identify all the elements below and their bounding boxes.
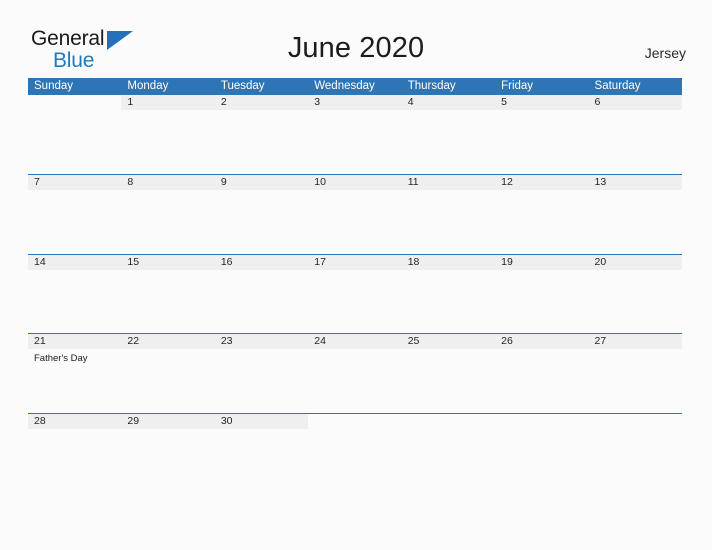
day-number: 17 <box>314 255 326 268</box>
weekday-header-wednesday: Wednesday <box>314 80 375 92</box>
day-cell[interactable]: 23 <box>214 334 309 413</box>
day-events: Father's Day <box>34 349 121 365</box>
day-number: 18 <box>407 255 420 268</box>
day-cell[interactable]: 21 Father's Day <box>28 334 122 413</box>
page-title: June 2020 <box>287 32 425 64</box>
calendar-grid: Sunday Monday Tuesday Wednesday Thursday… <box>28 78 682 473</box>
day-cell-empty <box>495 414 588 473</box>
day-cell[interactable]: 11 <box>401 175 496 254</box>
day-cell[interactable]: 15 <box>121 254 215 334</box>
day-cell[interactable]: 22 <box>121 334 215 413</box>
day-cell[interactable]: 10 <box>308 175 402 254</box>
day-cell[interactable]: 24 <box>308 334 402 413</box>
day-cell[interactable]: 13 <box>588 175 682 254</box>
day-cell[interactable]: 30 <box>214 413 309 473</box>
day-number <box>28 95 121 110</box>
day-number <box>589 414 682 429</box>
day-number: 21 <box>34 335 46 347</box>
day-number: 25 <box>407 335 420 347</box>
day-number: 11 <box>407 176 419 188</box>
day-cell[interactable]: 16 <box>214 254 309 334</box>
day-cell[interactable]: 17 <box>308 254 402 334</box>
page-header: General Blue June 2020 Jersey <box>0 0 712 71</box>
day-number: 22 <box>127 335 140 347</box>
week-row: 21 Father's Day 22 23 24 25 26 27 <box>28 333 682 413</box>
day-number: 23 <box>220 335 233 347</box>
day-cell[interactable]: 2 <box>214 95 309 174</box>
region-label: Jersey <box>644 45 686 61</box>
day-number: 10 <box>314 176 326 188</box>
day-number: 2 <box>220 96 227 108</box>
day-number: 5 <box>501 96 507 108</box>
day-number: 19 <box>501 255 513 268</box>
day-cell[interactable]: 9 <box>214 175 309 254</box>
day-number: 14 <box>34 255 46 268</box>
week-row: 7 8 9 10 11 12 13 <box>28 174 682 254</box>
day-event-label: Father's Day <box>34 353 88 364</box>
day-cell[interactable]: 28 <box>28 413 122 473</box>
day-cell[interactable]: 19 <box>495 254 589 334</box>
weekday-header-monday: Monday <box>127 80 169 92</box>
day-cell[interactable]: 5 <box>495 95 589 174</box>
calendar-page: General Blue June 2020 Jersey Sunday Mon… <box>0 0 712 550</box>
day-cell[interactable]: 26 <box>495 334 589 413</box>
day-cell-empty <box>28 95 121 174</box>
day-cell[interactable]: 6 <box>588 95 682 174</box>
day-number: 4 <box>407 96 414 108</box>
weekday-header-row: Sunday Monday Tuesday Wednesday Thursday… <box>28 78 682 95</box>
weekday-header-tuesday: Tuesday <box>220 80 265 92</box>
day-cell[interactable]: 4 <box>401 95 496 174</box>
day-number: 20 <box>594 255 607 268</box>
day-cell[interactable]: 29 <box>121 413 215 473</box>
week-row: 1 2 3 4 5 6 <box>28 95 682 174</box>
day-cell[interactable]: 1 <box>121 95 215 174</box>
day-cell[interactable]: 8 <box>121 175 215 254</box>
weekday-header-thursday: Thursday <box>407 80 456 92</box>
day-cell[interactable]: 20 <box>588 254 682 334</box>
week-row: 28 29 30 <box>28 412 682 473</box>
day-number: 28 <box>34 414 46 427</box>
day-number: 15 <box>127 255 140 268</box>
day-number: 30 <box>220 414 233 427</box>
day-number: 24 <box>314 335 326 347</box>
weekday-header-sunday: Sunday <box>34 80 74 92</box>
day-number <box>495 414 588 429</box>
day-number <box>402 414 495 429</box>
day-cell-empty <box>589 414 682 473</box>
weekday-header-friday: Friday <box>501 80 534 92</box>
day-number: 6 <box>594 96 601 108</box>
day-cell[interactable]: 7 <box>28 175 122 254</box>
day-number: 9 <box>220 176 227 188</box>
day-number <box>308 414 401 429</box>
day-cell[interactable]: 3 <box>308 95 402 174</box>
day-number: 27 <box>594 335 607 347</box>
day-number: 13 <box>594 176 607 188</box>
day-cell[interactable]: 27 <box>588 334 682 413</box>
day-number: 3 <box>314 96 321 108</box>
day-number: 12 <box>501 176 513 188</box>
day-number: 29 <box>127 414 140 427</box>
day-cell[interactable]: 25 <box>401 334 496 413</box>
day-number: 1 <box>127 96 134 108</box>
day-number: 26 <box>501 335 513 347</box>
weekday-header-saturday: Saturday <box>594 80 641 92</box>
day-number: 7 <box>34 176 40 188</box>
day-number: 16 <box>220 255 233 268</box>
week-row: 14 15 16 17 18 19 20 <box>28 253 682 334</box>
day-cell-empty <box>308 414 401 473</box>
day-cell[interactable]: 12 <box>495 175 589 254</box>
day-cell[interactable]: 14 <box>28 254 122 334</box>
day-cell[interactable]: 18 <box>401 254 496 334</box>
day-cell-empty <box>402 414 495 473</box>
day-number: 8 <box>127 176 134 188</box>
